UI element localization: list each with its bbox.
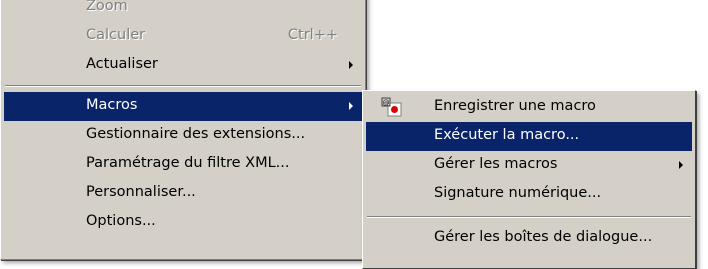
menu-item-label: Zoom: [86, 0, 128, 14]
menu-separator: [367, 216, 691, 218]
menu-item-actualiser[interactable]: Actualiser: [4, 51, 362, 80]
menu-item-gerer-boites-dialogue[interactable]: Gérer les boîtes de dialogue...: [366, 224, 692, 253]
macros-submenu: @ Enregistrer une macro Exécuter la macr…: [362, 90, 696, 269]
menu-item-label: Signature numérique...: [434, 185, 602, 201]
menu-item-gerer-macros[interactable]: Gérer les macros: [366, 151, 692, 180]
menu-item-signature-numerique[interactable]: Signature numérique...: [366, 180, 692, 209]
menu-item-label: Macros: [86, 97, 138, 113]
menu-item-label: Gestionnaire des extensions...: [86, 126, 306, 142]
shortcut-label: Ctrl++: [287, 27, 338, 43]
record-macro-icon: @: [381, 97, 403, 119]
menu-item-label: Enregistrer une macro: [434, 98, 596, 114]
menu-item-filtre-xml[interactable]: Paramétrage du filtre XML...: [4, 150, 362, 179]
svg-text:@: @: [383, 99, 390, 107]
menu-item-calculer: Calculer Ctrl++: [4, 22, 362, 51]
submenu-arrow-icon: [349, 61, 353, 69]
menu-item-macros[interactable]: Macros: [4, 92, 362, 121]
menu-item-label: Exécuter la macro...: [434, 127, 580, 143]
menu-item-personnaliser[interactable]: Personnaliser...: [4, 179, 362, 208]
tools-menu: Zoom Calculer Ctrl++ Actualiser Macros G…: [0, 0, 366, 260]
menu-item-label: Actualiser: [86, 56, 158, 72]
menu-separator: [5, 85, 361, 87]
menu-item-label: Gérer les boîtes de dialogue...: [434, 229, 653, 245]
menu-item-label: Personnaliser...: [86, 184, 196, 200]
menu-item-enregistrer-macro[interactable]: @ Enregistrer une macro: [366, 93, 692, 122]
menu-item-options[interactable]: Options...: [4, 208, 362, 237]
submenu-arrow-icon: [679, 161, 683, 169]
menu-item-zoom: Zoom: [4, 0, 362, 22]
menu-item-gestionnaire-extensions[interactable]: Gestionnaire des extensions...: [4, 121, 362, 150]
menu-item-label: Paramétrage du filtre XML...: [86, 155, 290, 171]
submenu-arrow-icon: [349, 102, 353, 110]
menu-item-label: Calculer: [86, 27, 146, 43]
menu-item-executer-macro[interactable]: Exécuter la macro...: [366, 122, 692, 151]
menu-item-label: Options...: [86, 213, 156, 229]
menu-item-label: Gérer les macros: [434, 156, 558, 172]
